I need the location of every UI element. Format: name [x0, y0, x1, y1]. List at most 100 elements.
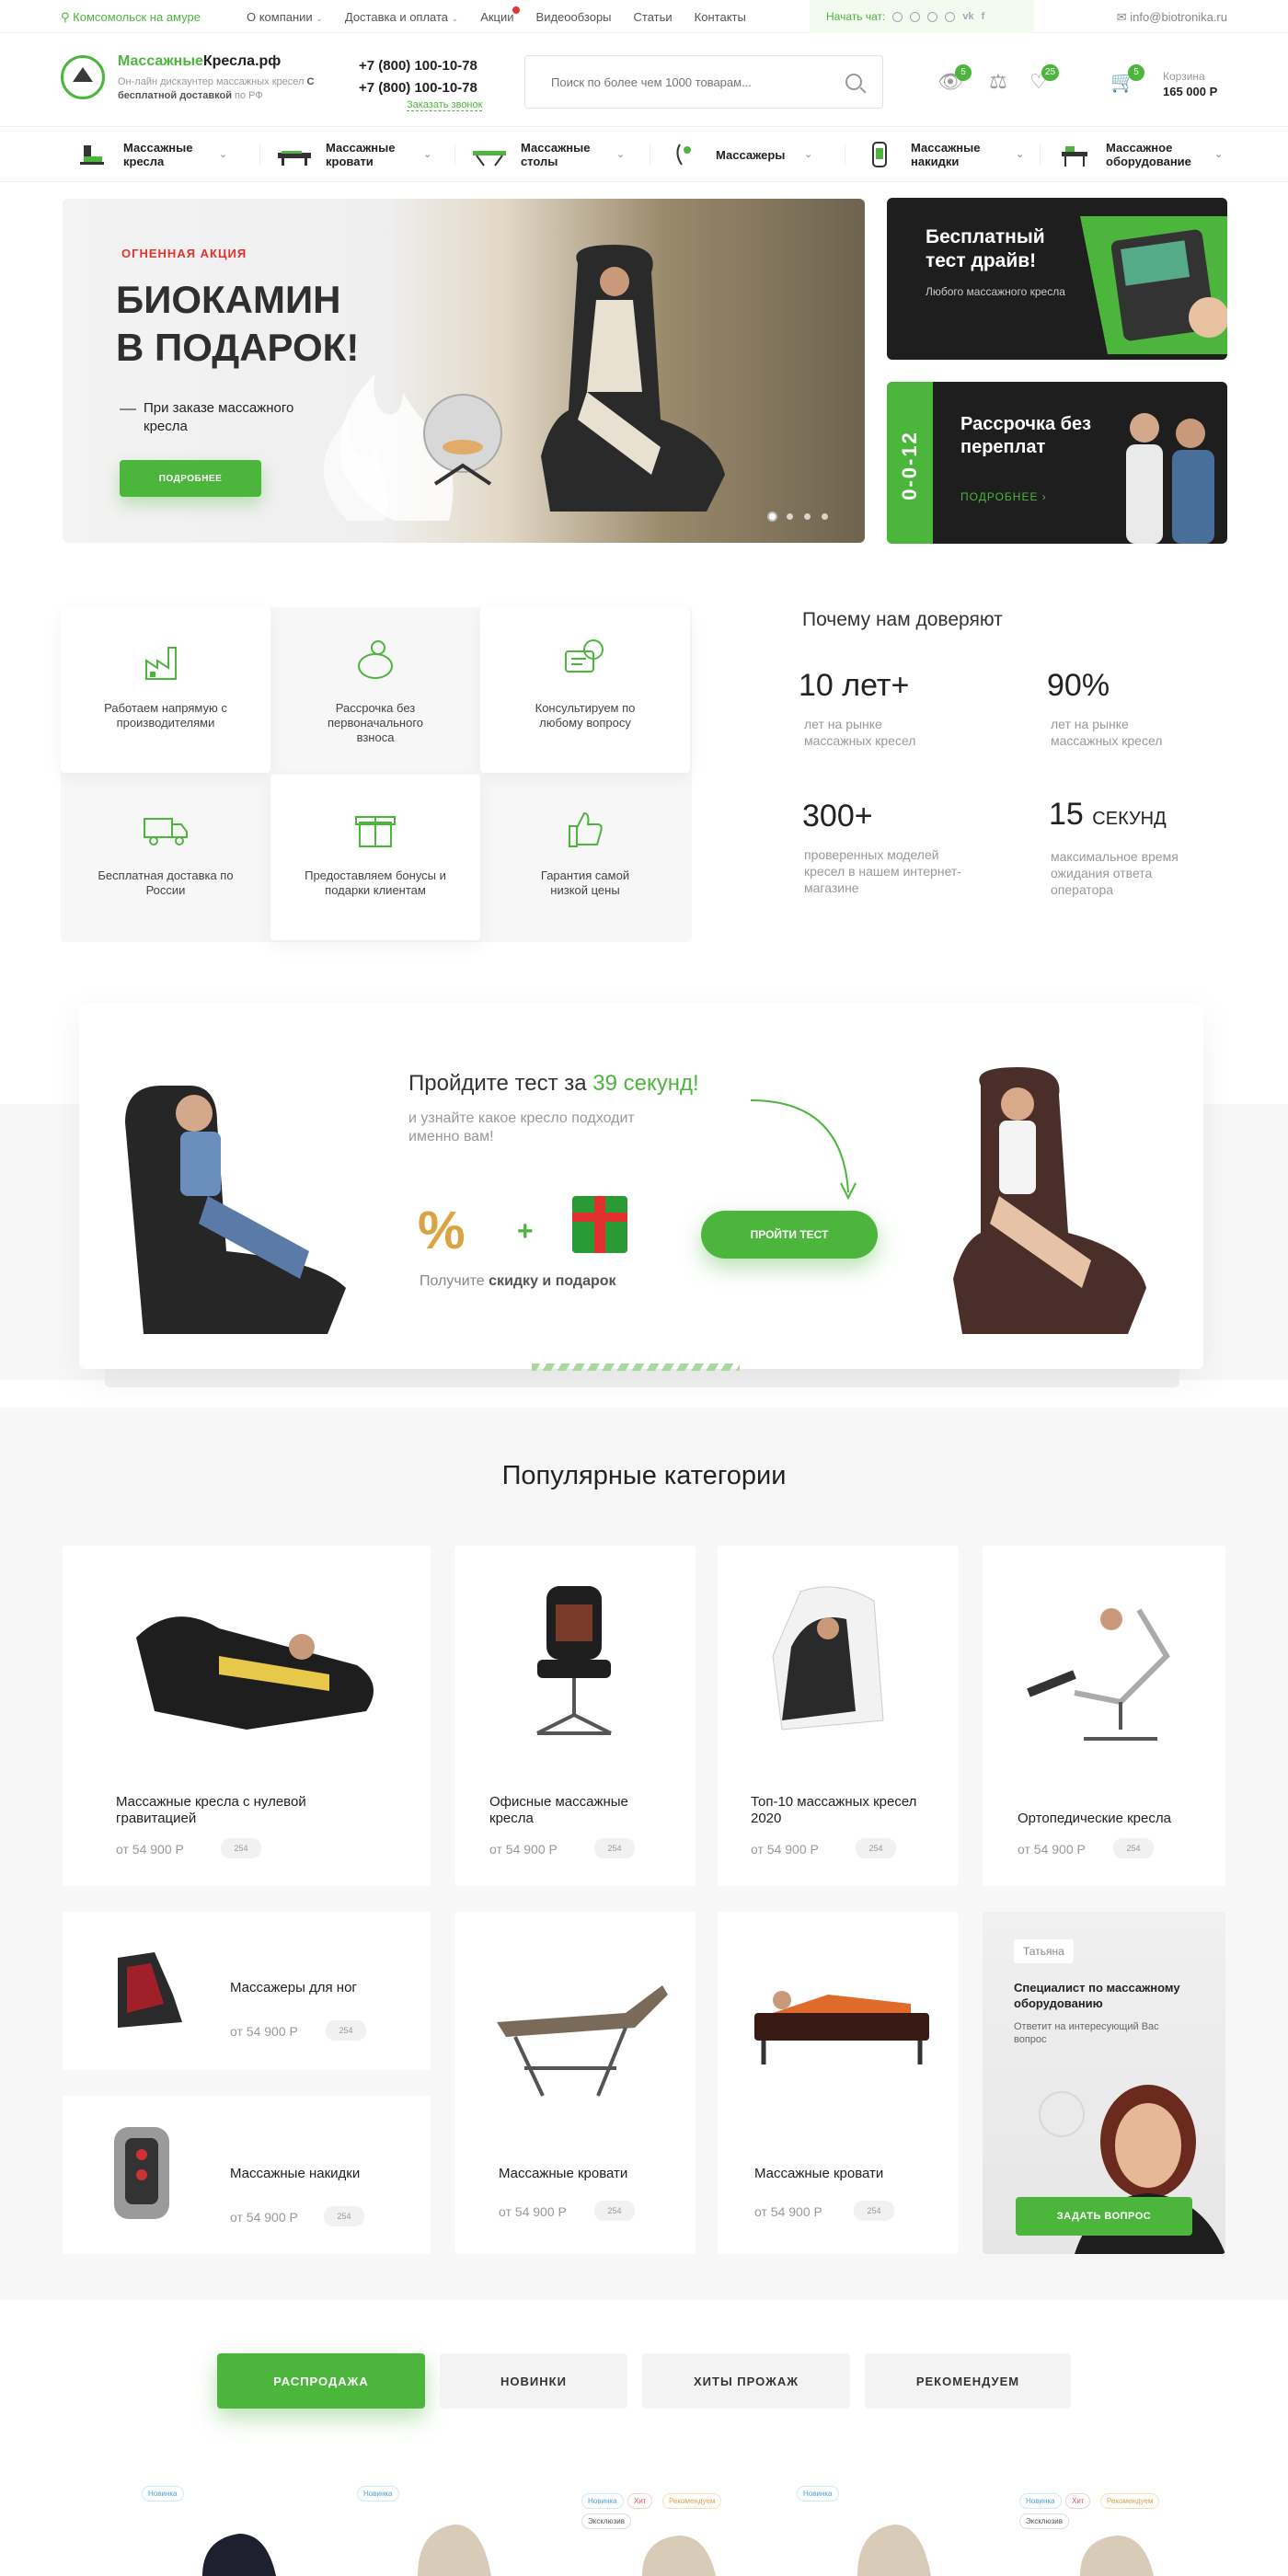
skype-icon[interactable] [910, 11, 921, 22]
catnav-massage-beds[interactable]: Массажные кровати ⌄ [276, 138, 431, 171]
hero-more-button[interactable]: ПОДРОБНЕЕ [120, 460, 261, 497]
zero-gravity-chair-image [136, 1616, 374, 1730]
top-menu-about[interactable]: О компании ⌄ [247, 10, 323, 24]
slider-dot[interactable] [769, 513, 776, 520]
decorative-stripes [532, 1363, 740, 1371]
trust-title: Почему нам доверяют [802, 609, 1003, 630]
category-card[interactable]: Массажные кровати от 54 900 Р 254 [454, 1912, 696, 2254]
tagline-text-end: по РФ [232, 90, 263, 101]
category-card[interactable]: Массажные кровати от 54 900 Р 254 [718, 1912, 959, 2254]
facebook-icon[interactable]: f [982, 11, 985, 22]
catnav-label: Массажные кровати [326, 141, 396, 168]
chevron-down-icon: ⌄ [423, 148, 432, 160]
catnav-massage-chairs[interactable]: Массажные кресла ⌄ [74, 138, 227, 171]
tab-bestsellers[interactable]: ХИТЫ ПРОЖАЖ [642, 2353, 850, 2409]
viber-icon[interactable] [945, 11, 956, 22]
location-pin-icon: ⚲ [61, 10, 70, 24]
category-card[interactable]: Массажные накидки от 54 900 Р 254 [63, 2096, 431, 2254]
mail-icon: ✉ [1116, 10, 1127, 24]
catnav-massagers[interactable]: Массажеры ⌄ [666, 138, 812, 171]
specialist-subtitle: Ответит на интересующий Вас вопрос [1014, 2021, 1159, 2045]
category-card[interactable]: Ортопедические кресла от 54 900 Р 254 [983, 1546, 1225, 1886]
top-menu-articles[interactable]: Статьи [634, 10, 673, 24]
catnav-equipment[interactable]: Массажное оборудование ⌄ [1056, 138, 1223, 171]
category-name: Офисные массажные кресла [489, 1794, 628, 1826]
category-count-badge: 254 [221, 1838, 261, 1858]
slider-dot[interactable] [787, 513, 793, 520]
consult-icon [565, 639, 604, 673]
cart-sum[interactable]: 165 000 Р [1163, 85, 1217, 98]
promo-subtitle: Любого массажного кресла [926, 285, 1065, 298]
specialist-name: Татьяна [1014, 1939, 1074, 1963]
city-selector[interactable]: ⚲ Комсомольск на амуре [61, 10, 201, 25]
catnav-massage-capes[interactable]: Массажные накидки ⌄ [861, 138, 1024, 171]
top-menu-contacts[interactable]: Контакты [695, 10, 746, 24]
quiz-note: Получите скидку и подарок [420, 1273, 616, 1290]
category-card[interactable]: Массажеры для ног от 54 900 Р 254 [63, 1912, 431, 2070]
tab-recommended[interactable]: РЕКОМЕНДУЕМ [865, 2353, 1071, 2409]
top-menu-delivery[interactable]: Доставка и оплата ⌄ [345, 10, 458, 24]
search-icon[interactable] [845, 74, 862, 90]
take-test-button[interactable]: ПРОЙТИ ТЕСТ [701, 1211, 878, 1259]
product-card[interactable]: Новинка [793, 2484, 977, 2576]
product-chip: Новинка [142, 2486, 184, 2501]
hero-slider[interactable]: ОГНЕННАЯ АКЦИЯ БИОКАМИН В ПОДАРОК! При за… [63, 199, 865, 543]
chevron-right-icon: › [1041, 490, 1047, 503]
logo-icon[interactable] [61, 55, 105, 99]
product-card[interactable]: Новинка [353, 2484, 537, 2576]
remote-control-image [1080, 216, 1227, 354]
category-card[interactable]: Офисные массажные кресла от 54 900 Р 254 [454, 1546, 696, 1886]
email-link[interactable]: ✉ info@biotronika.ru [1117, 10, 1227, 25]
product-image [1080, 2536, 1154, 2576]
tab-sale[interactable]: РАСПРОДАЖА [217, 2353, 425, 2409]
catnav-label: Массажные кресла [123, 141, 193, 168]
stat-description: максимальное время ожидания ответа опера… [1051, 849, 1179, 897]
hero-title: БИОКАМИН В ПОДАРОК! [116, 276, 359, 372]
ask-question-button[interactable]: ЗАДАТЬ ВОПРОС [1016, 2197, 1192, 2236]
thermal-bed-image [754, 1991, 929, 2064]
vk-icon[interactable]: vk [962, 11, 973, 22]
top-menu-videos[interactable]: Видеообзоры [536, 10, 612, 24]
telegram-icon[interactable] [927, 11, 938, 22]
promo-installment[interactable]: 0-0-12 Рассрочка без переплат ПОДРОБНЕЕ … [887, 382, 1227, 544]
hero-subtitle: При заказе массажного кресла [144, 400, 294, 434]
slider-dot[interactable] [822, 513, 828, 520]
category-card[interactable]: Топ-10 массажных кресел 2020 от 54 900 Р… [718, 1546, 959, 1886]
top-menu-promo[interactable]: Акции [480, 6, 520, 24]
brand-name[interactable]: МассажныеКресла.рф [118, 53, 281, 70]
product-card[interactable]: Новинка Хит Рекомендуем Эксклюзив [1016, 2484, 1200, 2576]
quiz-subtitle: и узнайте какое кресло подходит именно в… [408, 1110, 635, 1144]
search-input[interactable] [525, 56, 820, 108]
gift-icon [355, 816, 396, 847]
category-count-badge: 254 [854, 2201, 894, 2221]
cart-label[interactable]: Корзина [1163, 70, 1205, 83]
promo-title: Бесплатный тест драйв! [926, 226, 1045, 271]
category-name: Массажеры для ног [230, 1980, 357, 1995]
feature-text: Гарантия самой низкой цены [540, 868, 630, 897]
slider-dot[interactable] [804, 513, 811, 520]
tab-new[interactable]: НОВИНКИ [440, 2353, 627, 2409]
category-price: от 54 900 Р [499, 2204, 567, 2219]
chat-bar: Начать чат: vk f [810, 0, 1034, 33]
callback-link[interactable]: Заказать звонок [407, 99, 483, 111]
product-card[interactable]: Новинка Хит Рекомендуем Эксклюзив [578, 2484, 762, 2576]
category-price: от 54 900 Р [1018, 1842, 1086, 1857]
phone-1[interactable]: +7 (800) 100-10-78 [359, 55, 477, 77]
whatsapp-icon[interactable] [892, 11, 903, 22]
foot-massager-image [118, 1952, 182, 2028]
phone-2[interactable]: +7 (800) 100-10-78 [359, 77, 477, 99]
product-card[interactable]: Новинка [138, 2484, 322, 2576]
catnav-massage-tables[interactable]: Массажные столы ⌄ [471, 138, 625, 171]
category-card[interactable]: Массажные кресла с нулевой гравитацией о… [63, 1546, 431, 1886]
compare-icon[interactable]: ⚖ [984, 68, 1012, 96]
brand-green: Массажные [118, 53, 203, 69]
product-chip: Новинка [1019, 2493, 1062, 2509]
promo-more-link[interactable]: ПОДРОБНЕЕ › [960, 490, 1047, 503]
promo-test-drive[interactable]: Бесплатный тест драйв! Любого массажного… [887, 198, 1227, 360]
tagline-text: Он-лайн дискаунтер массажных кресел [118, 76, 307, 87]
catnav-label: Массажное оборудование [1106, 141, 1191, 168]
quiz-note-bold: скидку и подарок [489, 1273, 616, 1289]
category-name: Топ-10 массажных кресел 2020 [751, 1794, 917, 1826]
popular-title: Популярные категории [501, 1461, 787, 1490]
catnav-label: Массажные столы [521, 141, 591, 168]
